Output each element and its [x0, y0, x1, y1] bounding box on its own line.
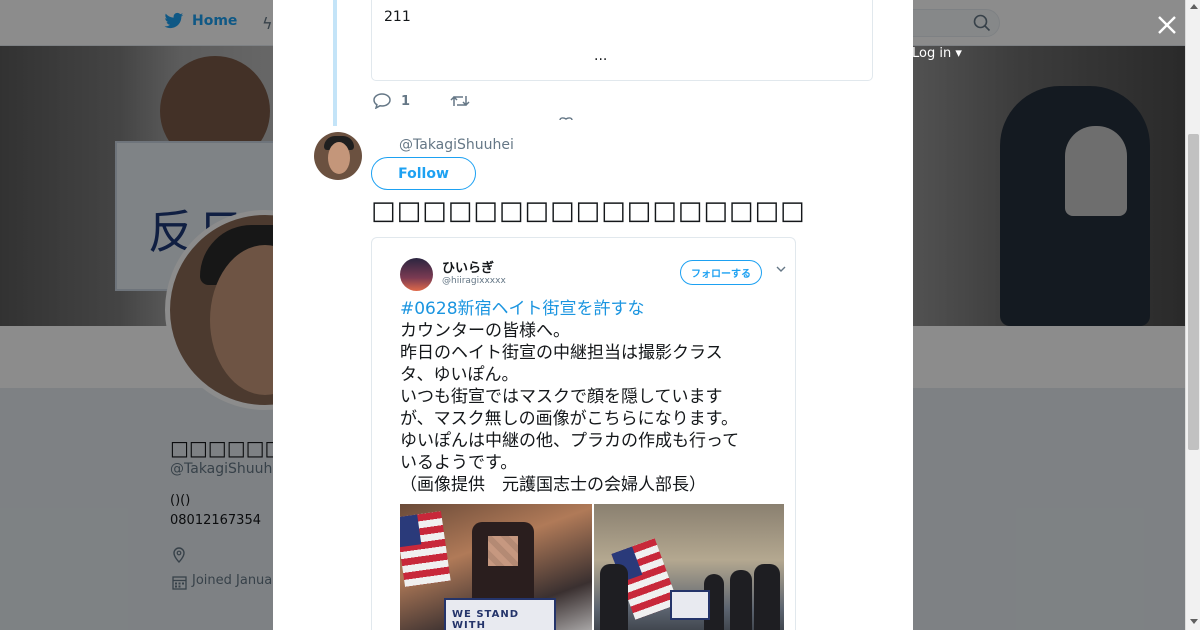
tweet-text: □□□□□□□□□□□□□□□□□: [371, 196, 806, 226]
quoted-tweet-card[interactable]: 211 ...: [371, 0, 873, 81]
embedded-text-line: （画像提供 元護国志士の会婦人部長）: [400, 475, 706, 495]
embedded-tweet-text: #0628新宿ヘイト街宣を許すな カウンターの皆様へ。 昨日のヘイト街宣の中継担…: [400, 298, 785, 496]
retweet-icon[interactable]: [450, 93, 470, 109]
protest-placard: [670, 590, 710, 620]
embedded-avatar: [400, 258, 433, 291]
reply-icon[interactable]: [373, 93, 391, 109]
embedded-photo-left: WE STAND WITH: [400, 504, 592, 630]
scroll-thumb[interactable]: [1188, 134, 1199, 450]
embedded-text-line: カウンターの皆様へ。: [400, 321, 570, 341]
tweet-modal: 211 ... 1 @TakagiShuuhei Follow □□□□□□□□…: [273, 0, 913, 630]
quoted-tweet-more: ...: [594, 48, 608, 64]
quoted-tweet-text: 211: [384, 9, 411, 25]
embedded-photo-right: [594, 504, 784, 630]
heart-icon[interactable]: [559, 116, 573, 120]
tweet-media-image[interactable]: ひいらぎ @hiiragixxxxx フォローする #0628新宿ヘイト街宣を許…: [371, 237, 796, 630]
chevron-down-icon: [776, 266, 786, 272]
embedded-text-line: いるようです。: [400, 453, 518, 473]
face-mosaic: [488, 536, 518, 566]
embedded-follow-button: フォローする: [680, 260, 762, 285]
thread-connector: [333, 0, 337, 126]
embedded-text-line: タ、ゆいぽん。: [400, 365, 519, 385]
protest-placard: WE STAND WITH: [444, 598, 556, 630]
close-icon[interactable]: [1152, 10, 1182, 40]
scroll-down-arrow-icon[interactable]: [1190, 619, 1198, 624]
follow-button[interactable]: Follow: [371, 157, 476, 190]
reply-count: 1: [401, 93, 411, 109]
embedded-text-line: 昨日のヘイト街宣の中継担当は撮影クラス: [400, 343, 723, 363]
page-scrollbar[interactable]: [1185, 0, 1200, 630]
us-flag-icon: [400, 511, 451, 587]
login-label: Log in: [912, 46, 952, 61]
tweet-author-avatar[interactable]: [314, 132, 362, 180]
embedded-text-line: いつも街宣ではマスクで顔を隠しています: [400, 387, 723, 407]
embedded-hashtag: #0628新宿ヘイト街宣を許すな: [400, 299, 645, 319]
embedded-text-line: が、マスク無しの画像がこちらになります。: [400, 409, 738, 429]
scroll-up-arrow-icon[interactable]: [1190, 4, 1198, 9]
embedded-text-line: ゆいぽんは中継の他、プラカの作成も行って: [400, 431, 740, 451]
embedded-author-handle: @hiiragixxxxx: [442, 276, 506, 286]
tweet-actions: 1: [373, 93, 470, 109]
tweet-author-handle[interactable]: @TakagiShuuhei: [399, 137, 514, 153]
placard-text: WE STAND WITH: [452, 609, 519, 630]
login-link[interactable]: Log in ▾: [912, 46, 962, 61]
embedded-author-name: ひいらぎ: [442, 261, 495, 276]
